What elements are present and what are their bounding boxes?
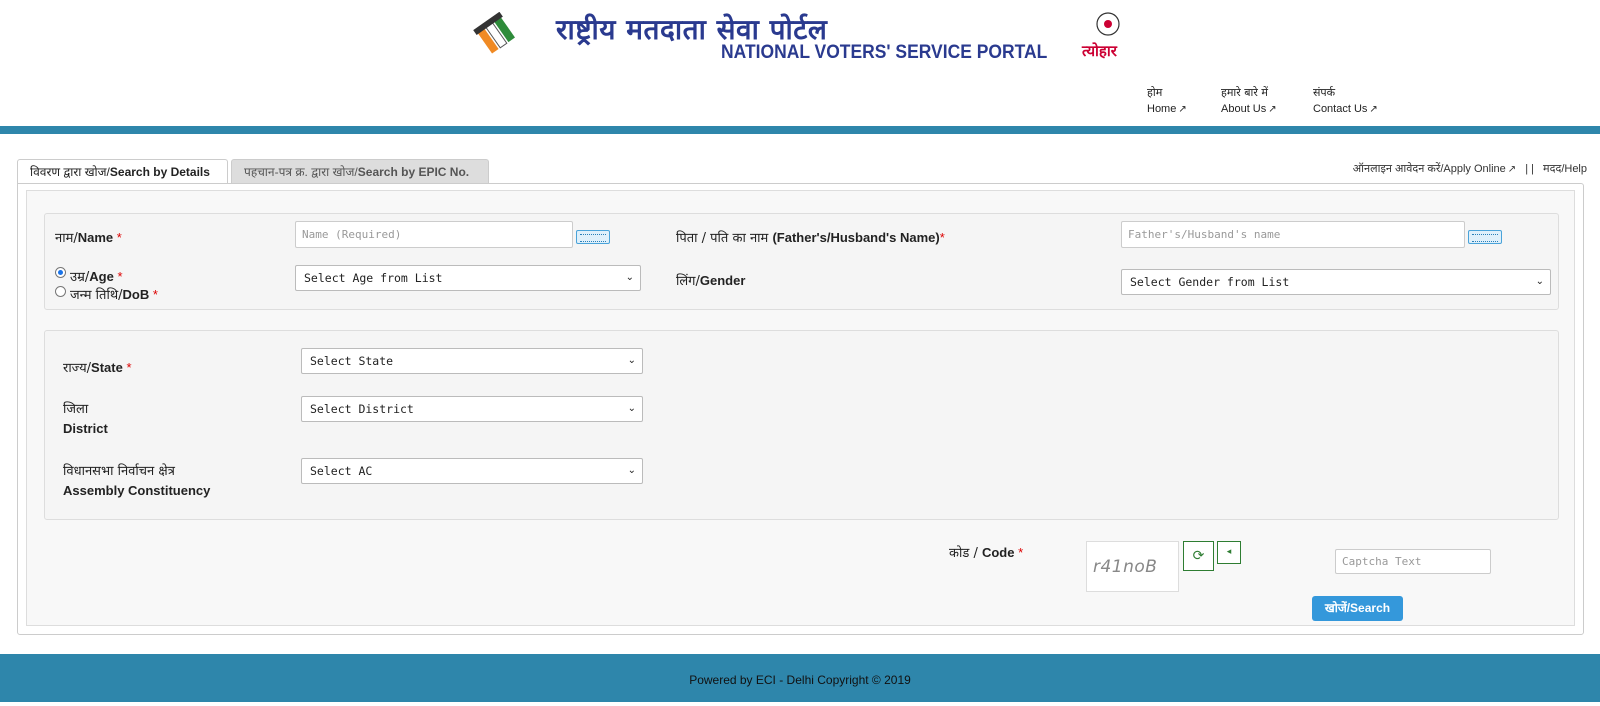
father-name-label: पिता / पति का नाम (Father's/Husband's Na… [676,228,945,246]
external-link-icon: ↗ [1178,104,1187,115]
apply-online-label: Apply Online [1443,163,1506,175]
external-link-icon: ↗ [1268,104,1277,115]
tab-details-hindi: विवरण द्वारा खोज/ [30,165,110,179]
page-footer: Powered by ECI - Delhi Copyright © 2019 [0,654,1600,702]
nav-contact-us[interactable]: संपर्क Contact Us ↗ [1313,84,1378,118]
gender-select-value: Select Gender from List [1130,275,1290,289]
external-link-icon: ↗ [1507,164,1517,175]
search-form: नाम/Name * Name (Required) पिता / पति का… [26,190,1575,626]
nav-about-hindi: हमारे बारे में [1221,86,1268,99]
state-select-value: Select State [310,354,394,368]
help-link[interactable]: मदद/Help [1543,163,1587,175]
nav-about-us[interactable]: हमारे बारे में About Us ↗ [1221,84,1277,118]
name-input[interactable]: Name (Required) [295,221,573,248]
tab-details-label: Search by Details [109,165,210,179]
district-label-hindi: जिला [63,402,89,417]
personal-details-panel: नाम/Name * Name (Required) पिता / पति का… [44,213,1559,310]
chevron-down-icon: ⌄ [625,272,634,283]
required-mark: * [152,287,158,302]
age-label-hindi: उम्र/ [70,270,90,285]
gender-label-hindi: लिंग/ [676,274,700,289]
dob-radio[interactable] [55,286,66,297]
father-name-input[interactable]: Father's/Husband's name [1121,221,1465,248]
virtual-keyboard-icon[interactable] [576,230,610,244]
location-panel: राज्य/State * Select State ⌄ जिला Distric… [44,330,1559,520]
virtual-keyboard-icon[interactable] [1468,230,1502,244]
ac-label-hindi: विधानसभा निर्वाचन क्षेत्र [63,464,175,479]
ac-select[interactable]: Select AC ⌄ [301,458,643,484]
chevron-down-icon: ⌄ [627,355,636,366]
eci-logo-icon [473,12,515,54]
ac-label: विधानसभा निर्वाचन क्षेत्र Assembly Const… [63,462,210,500]
nav-about-label: About Us [1221,103,1267,115]
search-button[interactable]: खोजें/Search [1312,596,1403,621]
state-label-english: State [91,360,123,375]
refresh-captcha-icon[interactable]: ⟳ [1183,541,1214,571]
age-radio[interactable] [55,267,66,278]
page-title-english: NATIONAL VOTERS' SERVICE PORTAL [721,42,1048,63]
tab-epic-hindi: पहचान-पत्र क्र. द्वारा खोज/ [244,165,358,179]
nav-home-label: Home [1147,103,1177,115]
district-label: जिला District [63,400,108,438]
apply-online-link[interactable]: ऑनलाइन आवेदन करें/Apply Online ↗ [1353,163,1516,175]
age-label-english: Age [89,269,114,284]
age-select[interactable]: Select Age from List ⌄ [295,265,641,291]
state-select[interactable]: Select State ⌄ [301,348,643,374]
required-mark: * [117,269,123,284]
tab-search-by-epic[interactable]: पहचान-पत्र क्र. द्वारा खोज/Search by EPI… [231,159,489,184]
nav-contact-hindi: संपर्क [1313,86,1336,99]
chevron-down-icon: ⌄ [1535,276,1544,287]
state-label: राज्य/State * [63,358,132,376]
external-link-icon: ↗ [1369,104,1378,115]
age-select-value: Select Age from List [304,271,443,285]
state-label-hindi: राज्य/ [63,361,92,376]
dob-label: जन्म तिथि/DoB * [70,285,158,303]
father-label-english: (Father's/Husband's Name) [772,230,940,245]
gender-label-english: Gender [699,273,746,288]
audio-captcha-icon[interactable]: ◂ [1217,541,1241,564]
tab-epic-label: Search by EPIC No. [357,165,470,179]
search-form-container: नाम/Name * Name (Required) पिता / पति का… [17,183,1584,635]
required-mark: * [1018,545,1024,560]
dob-label-hindi: जन्म तिथि/ [70,288,123,303]
age-label: उम्र/Age * [70,267,123,285]
ac-select-value: Select AC [310,464,373,478]
district-label-english: District [63,421,108,436]
nav-home-hindi: होम [1147,86,1163,99]
tab-search-by-details[interactable]: विवरण द्वारा खोज/Search by Details [17,159,228,184]
site-header: राष्ट्रीय मतदाता सेवा पोर्टल NATIONAL VO… [0,0,1600,126]
name-label: नाम/Name * [55,228,122,246]
ac-label-english: Assembly Constituency [63,483,211,498]
chevron-down-icon: ⌄ [627,465,636,476]
nav-home[interactable]: होम Home ↗ [1147,84,1187,118]
help-hindi: मदद [1543,163,1562,175]
captcha-input[interactable]: Captcha Text [1335,549,1491,574]
code-label: कोड / Code * [949,543,1023,561]
festival-logo-icon: त्योहार [1081,12,1120,60]
code-label-english: Code [981,545,1015,560]
required-mark: * [939,230,945,245]
chevron-down-icon: ⌄ [627,403,636,414]
district-select[interactable]: Select District ⌄ [301,396,643,422]
code-label-hindi: कोड / [949,546,982,561]
link-separator: | | [1525,163,1534,175]
district-select-value: Select District [310,402,414,416]
gender-label: लिंग/Gender [676,271,745,289]
name-label-english: Name [77,230,114,245]
name-label-hindi: नाम/ [55,231,78,246]
festival-logo-text: त्योहार [1081,42,1118,60]
help-links: ऑनलाइन आवेदन करें/Apply Online ↗ | | मदद/… [1353,161,1587,176]
dob-label-english: DoB [122,287,150,302]
required-mark: * [126,360,132,375]
father-label-hindi: पिता / पति का नाम [676,231,773,246]
apply-online-hindi: ऑनलाइन आवेदन करें/ [1352,163,1444,175]
gender-select[interactable]: Select Gender from List ⌄ [1121,269,1551,295]
required-mark: * [116,230,122,245]
captcha-image: r41noB [1086,541,1179,592]
help-label: /Help [1561,163,1587,175]
header-divider-bar [0,126,1600,134]
nav-contact-label: Contact Us [1313,103,1368,115]
